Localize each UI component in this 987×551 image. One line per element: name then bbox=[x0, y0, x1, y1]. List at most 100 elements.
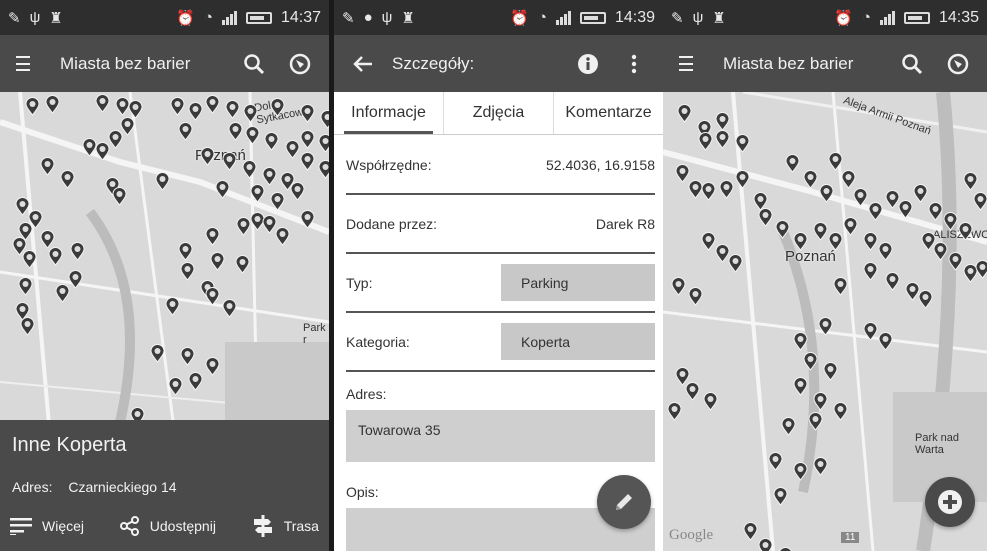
map-pin-icon[interactable] bbox=[793, 377, 808, 396]
map-pin-icon[interactable] bbox=[285, 140, 300, 159]
map-pin-icon[interactable] bbox=[813, 222, 828, 241]
search-icon[interactable] bbox=[241, 51, 267, 77]
map-pin-icon[interactable] bbox=[205, 95, 220, 114]
map-pin-icon[interactable] bbox=[68, 270, 83, 289]
map-pin-icon[interactable] bbox=[833, 277, 848, 296]
map-pin-icon[interactable] bbox=[180, 262, 195, 281]
map-pin-icon[interactable] bbox=[813, 457, 828, 476]
overflow-icon[interactable] bbox=[621, 51, 647, 77]
map-pin-icon[interactable] bbox=[275, 227, 290, 246]
category-select[interactable]: Koperta bbox=[501, 323, 655, 360]
edit-button[interactable] bbox=[597, 475, 651, 529]
map-pin-icon[interactable] bbox=[803, 170, 818, 189]
map-pin-icon[interactable] bbox=[82, 138, 97, 157]
map-pin-icon[interactable] bbox=[300, 130, 315, 149]
map-pin-icon[interactable] bbox=[715, 130, 730, 149]
map-pin-icon[interactable] bbox=[768, 452, 783, 471]
map-pin-icon[interactable] bbox=[242, 160, 257, 179]
map-pin-icon[interactable] bbox=[813, 392, 828, 411]
map-pin-icon[interactable] bbox=[793, 332, 808, 351]
map-pin-icon[interactable] bbox=[833, 402, 848, 421]
map-pin-icon[interactable] bbox=[677, 104, 692, 123]
map-pin-icon[interactable] bbox=[735, 134, 750, 153]
add-place-button[interactable] bbox=[925, 477, 975, 527]
address-field[interactable]: Towarowa 35 bbox=[346, 410, 655, 462]
map-pin-icon[interactable] bbox=[178, 122, 193, 141]
map-pin-icon[interactable] bbox=[170, 97, 185, 116]
map-pin-icon[interactable] bbox=[667, 402, 682, 421]
map-pin-icon[interactable] bbox=[973, 192, 987, 211]
map-pin-icon[interactable] bbox=[775, 220, 790, 239]
map-pin-icon[interactable] bbox=[22, 250, 37, 269]
map-pin-icon[interactable] bbox=[60, 170, 75, 189]
tab-zdjecia[interactable]: Zdjęcia bbox=[444, 92, 554, 134]
map-pin-icon[interactable] bbox=[222, 299, 237, 318]
map-pin-icon[interactable] bbox=[250, 184, 265, 203]
map-pin-icon[interactable] bbox=[758, 538, 773, 551]
map-pin-icon[interactable] bbox=[671, 277, 686, 296]
map-pin-icon[interactable] bbox=[108, 130, 123, 149]
map-pin-icon[interactable] bbox=[688, 287, 703, 306]
map-pin-icon[interactable] bbox=[853, 188, 868, 207]
map-pin-icon[interactable] bbox=[95, 142, 110, 161]
map-pin-icon[interactable] bbox=[823, 362, 838, 381]
map-pin-icon[interactable] bbox=[20, 317, 35, 336]
map-pin-icon[interactable] bbox=[290, 182, 305, 201]
map-pin-icon[interactable] bbox=[778, 547, 793, 551]
map-pin-icon[interactable] bbox=[878, 332, 893, 351]
map-pin-icon[interactable] bbox=[318, 160, 329, 179]
map-pin-icon[interactable] bbox=[112, 187, 127, 206]
map-pin-icon[interactable] bbox=[703, 392, 718, 411]
map-pin-icon[interactable] bbox=[933, 242, 948, 261]
map-pin-icon[interactable] bbox=[715, 112, 730, 131]
map-pin-icon[interactable] bbox=[743, 522, 758, 541]
map-pin-icon[interactable] bbox=[225, 100, 240, 119]
map-pin-icon[interactable] bbox=[793, 462, 808, 481]
map-pin-icon[interactable] bbox=[878, 242, 893, 261]
menu-icon[interactable] bbox=[16, 56, 36, 71]
map-pin-icon[interactable] bbox=[205, 287, 220, 306]
map-pin-icon[interactable] bbox=[948, 252, 963, 271]
map-pin-icon[interactable] bbox=[180, 347, 195, 366]
map-pin-icon[interactable] bbox=[803, 352, 818, 371]
place-info-panel[interactable]: Inne Koperta Adres: Czarnieckiego 14 Wię… bbox=[0, 420, 329, 551]
map-pin-icon[interactable] bbox=[863, 262, 878, 281]
map-pin-icon[interactable] bbox=[828, 232, 843, 251]
map-pin-icon[interactable] bbox=[18, 277, 33, 296]
map-pin-icon[interactable] bbox=[264, 132, 279, 151]
map-pin-icon[interactable] bbox=[320, 110, 329, 129]
more-button[interactable]: Więcej bbox=[10, 517, 84, 535]
map-pin-icon[interactable] bbox=[863, 232, 878, 251]
map-pin-icon[interactable] bbox=[300, 210, 315, 229]
map-pin-icon[interactable] bbox=[843, 217, 858, 236]
map-pin-icon[interactable] bbox=[918, 290, 933, 309]
map-pin-icon[interactable] bbox=[975, 260, 987, 279]
map-pin-icon[interactable] bbox=[913, 184, 928, 203]
map-pin-icon[interactable] bbox=[819, 184, 834, 203]
tab-komentarze[interactable]: Komentarze bbox=[554, 92, 663, 134]
map-pin-icon[interactable] bbox=[958, 222, 973, 241]
map-pin-icon[interactable] bbox=[793, 232, 808, 251]
map-pin-icon[interactable] bbox=[698, 132, 713, 151]
map-pin-icon[interactable] bbox=[205, 357, 220, 376]
map-pin-icon[interactable] bbox=[188, 372, 203, 391]
map-pin-icon[interactable] bbox=[963, 172, 978, 191]
map-pin-icon[interactable] bbox=[270, 192, 285, 211]
map-pin-icon[interactable] bbox=[781, 417, 796, 436]
tab-informacje[interactable]: Informacje bbox=[334, 92, 444, 134]
compass-icon[interactable] bbox=[287, 51, 313, 77]
map-pin-icon[interactable] bbox=[168, 377, 183, 396]
map-pin-icon[interactable] bbox=[245, 126, 260, 145]
map-pin-icon[interactable] bbox=[318, 134, 329, 153]
share-button[interactable]: Udostępnij bbox=[119, 516, 216, 536]
search-icon[interactable] bbox=[899, 51, 925, 77]
route-button[interactable]: Trasa bbox=[252, 515, 319, 537]
map-pin-icon[interactable] bbox=[200, 147, 215, 166]
map-pin-icon[interactable] bbox=[701, 182, 716, 201]
map-pin-icon[interactable] bbox=[188, 102, 203, 121]
map-pin-icon[interactable] bbox=[808, 412, 823, 431]
map-pin-icon[interactable] bbox=[719, 180, 734, 199]
compass-icon[interactable] bbox=[945, 51, 971, 77]
map-pin-icon[interactable] bbox=[205, 227, 220, 246]
map-pin-icon[interactable] bbox=[243, 104, 258, 123]
